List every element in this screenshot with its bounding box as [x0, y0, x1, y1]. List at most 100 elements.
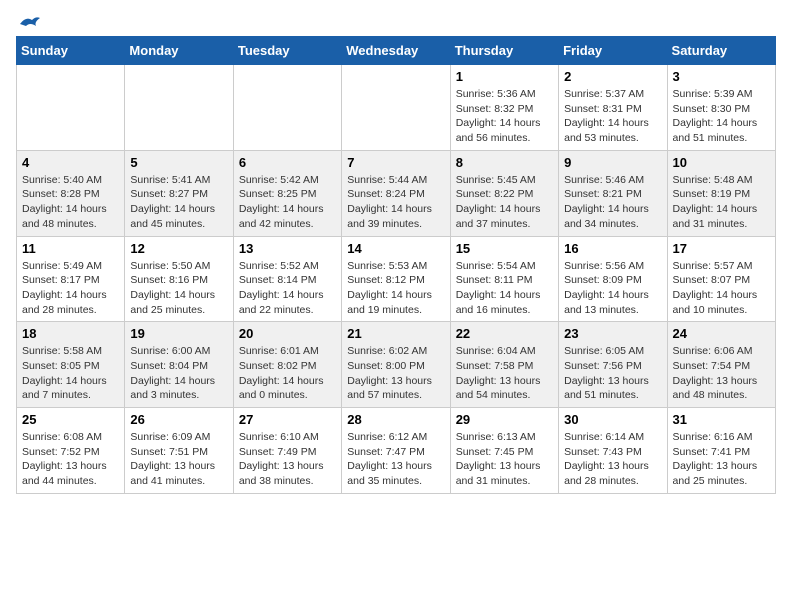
weekday-header-friday: Friday [559, 37, 667, 65]
day-info: Sunrise: 5:49 AMSunset: 8:17 PMDaylight:… [22, 259, 119, 318]
day-info: Sunrise: 6:12 AMSunset: 7:47 PMDaylight:… [347, 430, 444, 489]
calendar-cell: 25 Sunrise: 6:08 AMSunset: 7:52 PMDayligh… [17, 408, 125, 494]
day-info: Sunrise: 6:02 AMSunset: 8:00 PMDaylight:… [347, 344, 444, 403]
weekday-header-saturday: Saturday [667, 37, 775, 65]
day-number: 17 [673, 241, 770, 256]
calendar-header-row: SundayMondayTuesdayWednesdayThursdayFrid… [17, 37, 776, 65]
day-info: Sunrise: 5:50 AMSunset: 8:16 PMDaylight:… [130, 259, 227, 318]
calendar-cell: 16 Sunrise: 5:56 AMSunset: 8:09 PMDayligh… [559, 236, 667, 322]
calendar-cell [125, 65, 233, 151]
day-number: 20 [239, 326, 336, 341]
day-info: Sunrise: 6:08 AMSunset: 7:52 PMDaylight:… [22, 430, 119, 489]
calendar-week-row: 4Sunrise: 5:40 AMSunset: 8:28 PMDaylight… [17, 150, 776, 236]
day-info: Sunrise: 6:06 AMSunset: 7:54 PMDaylight:… [673, 344, 770, 403]
day-info: Sunrise: 6:00 AMSunset: 8:04 PMDaylight:… [130, 344, 227, 403]
calendar-cell: 8Sunrise: 5:45 AMSunset: 8:22 PMDaylight… [450, 150, 558, 236]
weekday-header-tuesday: Tuesday [233, 37, 341, 65]
calendar-cell: 13 Sunrise: 5:52 AMSunset: 8:14 PMDayligh… [233, 236, 341, 322]
day-number: 26 [130, 412, 227, 427]
day-info: Sunrise: 5:39 AMSunset: 8:30 PMDaylight:… [673, 87, 770, 146]
day-info: Sunrise: 5:42 AMSunset: 8:25 PMDaylight:… [239, 173, 336, 232]
day-number: 12 [130, 241, 227, 256]
calendar-cell: 6 Sunrise: 5:42 AMSunset: 8:25 PMDaylight… [233, 150, 341, 236]
day-info: Sunrise: 5:46 AMSunset: 8:21 PMDaylight:… [564, 173, 661, 232]
calendar-cell: 1 Sunrise: 5:36 AMSunset: 8:32 PMDaylight… [450, 65, 558, 151]
day-info: Sunrise: 6:04 AMSunset: 7:58 PMDaylight:… [456, 344, 553, 403]
calendar-cell: 15Sunrise: 5:54 AMSunset: 8:11 PMDayligh… [450, 236, 558, 322]
calendar-cell: 10 Sunrise: 5:48 AMSunset: 8:19 PMDayligh… [667, 150, 775, 236]
day-info: Sunrise: 5:36 AMSunset: 8:32 PMDaylight:… [456, 87, 553, 146]
weekday-header-sunday: Sunday [17, 37, 125, 65]
calendar-cell [342, 65, 450, 151]
day-number: 16 [564, 241, 661, 256]
day-info: Sunrise: 6:09 AMSunset: 7:51 PMDaylight:… [130, 430, 227, 489]
calendar-cell: 22 Sunrise: 6:04 AMSunset: 7:58 PMDayligh… [450, 322, 558, 408]
day-number: 1 [456, 69, 553, 84]
calendar-cell: 7 Sunrise: 5:44 AMSunset: 8:24 PMDaylight… [342, 150, 450, 236]
day-info: Sunrise: 6:13 AMSunset: 7:45 PMDaylight:… [456, 430, 553, 489]
day-number: 4 [22, 155, 119, 170]
calendar-table: SundayMondayTuesdayWednesdayThursdayFrid… [16, 36, 776, 494]
day-info: Sunrise: 6:16 AMSunset: 7:41 PMDaylight:… [673, 430, 770, 489]
day-number: 8 [456, 155, 553, 170]
calendar-week-row: 18 Sunrise: 5:58 AMSunset: 8:05 PMDayligh… [17, 322, 776, 408]
calendar-cell: 31 Sunrise: 6:16 AMSunset: 7:41 PMDayligh… [667, 408, 775, 494]
calendar-week-row: 11 Sunrise: 5:49 AMSunset: 8:17 PMDayligh… [17, 236, 776, 322]
calendar-week-row: 1 Sunrise: 5:36 AMSunset: 8:32 PMDaylight… [17, 65, 776, 151]
day-number: 21 [347, 326, 444, 341]
day-number: 14 [347, 241, 444, 256]
calendar-cell: 12 Sunrise: 5:50 AMSunset: 8:16 PMDayligh… [125, 236, 233, 322]
logo [16, 16, 40, 28]
header [16, 16, 776, 28]
calendar-cell: 28 Sunrise: 6:12 AMSunset: 7:47 PMDayligh… [342, 408, 450, 494]
day-number: 22 [456, 326, 553, 341]
calendar-cell: 19 Sunrise: 6:00 AMSunset: 8:04 PMDayligh… [125, 322, 233, 408]
day-number: 9 [564, 155, 661, 170]
calendar-cell: 3Sunrise: 5:39 AMSunset: 8:30 PMDaylight… [667, 65, 775, 151]
day-number: 11 [22, 241, 119, 256]
day-info: Sunrise: 5:44 AMSunset: 8:24 PMDaylight:… [347, 173, 444, 232]
weekday-header-wednesday: Wednesday [342, 37, 450, 65]
day-number: 24 [673, 326, 770, 341]
calendar-cell: 20 Sunrise: 6:01 AMSunset: 8:02 PMDayligh… [233, 322, 341, 408]
weekday-header-thursday: Thursday [450, 37, 558, 65]
day-info: Sunrise: 5:37 AMSunset: 8:31 PMDaylight:… [564, 87, 661, 146]
calendar-cell: 23Sunrise: 6:05 AMSunset: 7:56 PMDayligh… [559, 322, 667, 408]
day-number: 29 [456, 412, 553, 427]
calendar-cell [233, 65, 341, 151]
day-info: Sunrise: 6:05 AMSunset: 7:56 PMDaylight:… [564, 344, 661, 403]
day-number: 19 [130, 326, 227, 341]
day-info: Sunrise: 6:14 AMSunset: 7:43 PMDaylight:… [564, 430, 661, 489]
day-number: 2 [564, 69, 661, 84]
day-number: 5 [130, 155, 227, 170]
day-number: 30 [564, 412, 661, 427]
day-number: 7 [347, 155, 444, 170]
calendar-cell: 24 Sunrise: 6:06 AMSunset: 7:54 PMDayligh… [667, 322, 775, 408]
calendar-cell: 5 Sunrise: 5:41 AMSunset: 8:27 PMDaylight… [125, 150, 233, 236]
day-info: Sunrise: 5:58 AMSunset: 8:05 PMDaylight:… [22, 344, 119, 403]
day-number: 15 [456, 241, 553, 256]
calendar-cell: 30 Sunrise: 6:14 AMSunset: 7:43 PMDayligh… [559, 408, 667, 494]
calendar-cell: 21 Sunrise: 6:02 AMSunset: 8:00 PMDayligh… [342, 322, 450, 408]
day-number: 28 [347, 412, 444, 427]
day-info: Sunrise: 5:52 AMSunset: 8:14 PMDaylight:… [239, 259, 336, 318]
day-number: 25 [22, 412, 119, 427]
weekday-header-monday: Monday [125, 37, 233, 65]
logo-bird-icon [18, 14, 40, 32]
day-number: 13 [239, 241, 336, 256]
day-info: Sunrise: 5:48 AMSunset: 8:19 PMDaylight:… [673, 173, 770, 232]
day-number: 10 [673, 155, 770, 170]
calendar-cell: 18 Sunrise: 5:58 AMSunset: 8:05 PMDayligh… [17, 322, 125, 408]
day-number: 18 [22, 326, 119, 341]
day-info: Sunrise: 5:53 AMSunset: 8:12 PMDaylight:… [347, 259, 444, 318]
calendar-cell: 27Sunrise: 6:10 AMSunset: 7:49 PMDayligh… [233, 408, 341, 494]
day-info: Sunrise: 6:01 AMSunset: 8:02 PMDaylight:… [239, 344, 336, 403]
day-number: 6 [239, 155, 336, 170]
calendar-cell: 4Sunrise: 5:40 AMSunset: 8:28 PMDaylight… [17, 150, 125, 236]
day-number: 27 [239, 412, 336, 427]
day-info: Sunrise: 5:41 AMSunset: 8:27 PMDaylight:… [130, 173, 227, 232]
day-number: 31 [673, 412, 770, 427]
calendar-cell: 26 Sunrise: 6:09 AMSunset: 7:51 PMDayligh… [125, 408, 233, 494]
day-info: Sunrise: 5:56 AMSunset: 8:09 PMDaylight:… [564, 259, 661, 318]
calendar-cell: 2 Sunrise: 5:37 AMSunset: 8:31 PMDaylight… [559, 65, 667, 151]
